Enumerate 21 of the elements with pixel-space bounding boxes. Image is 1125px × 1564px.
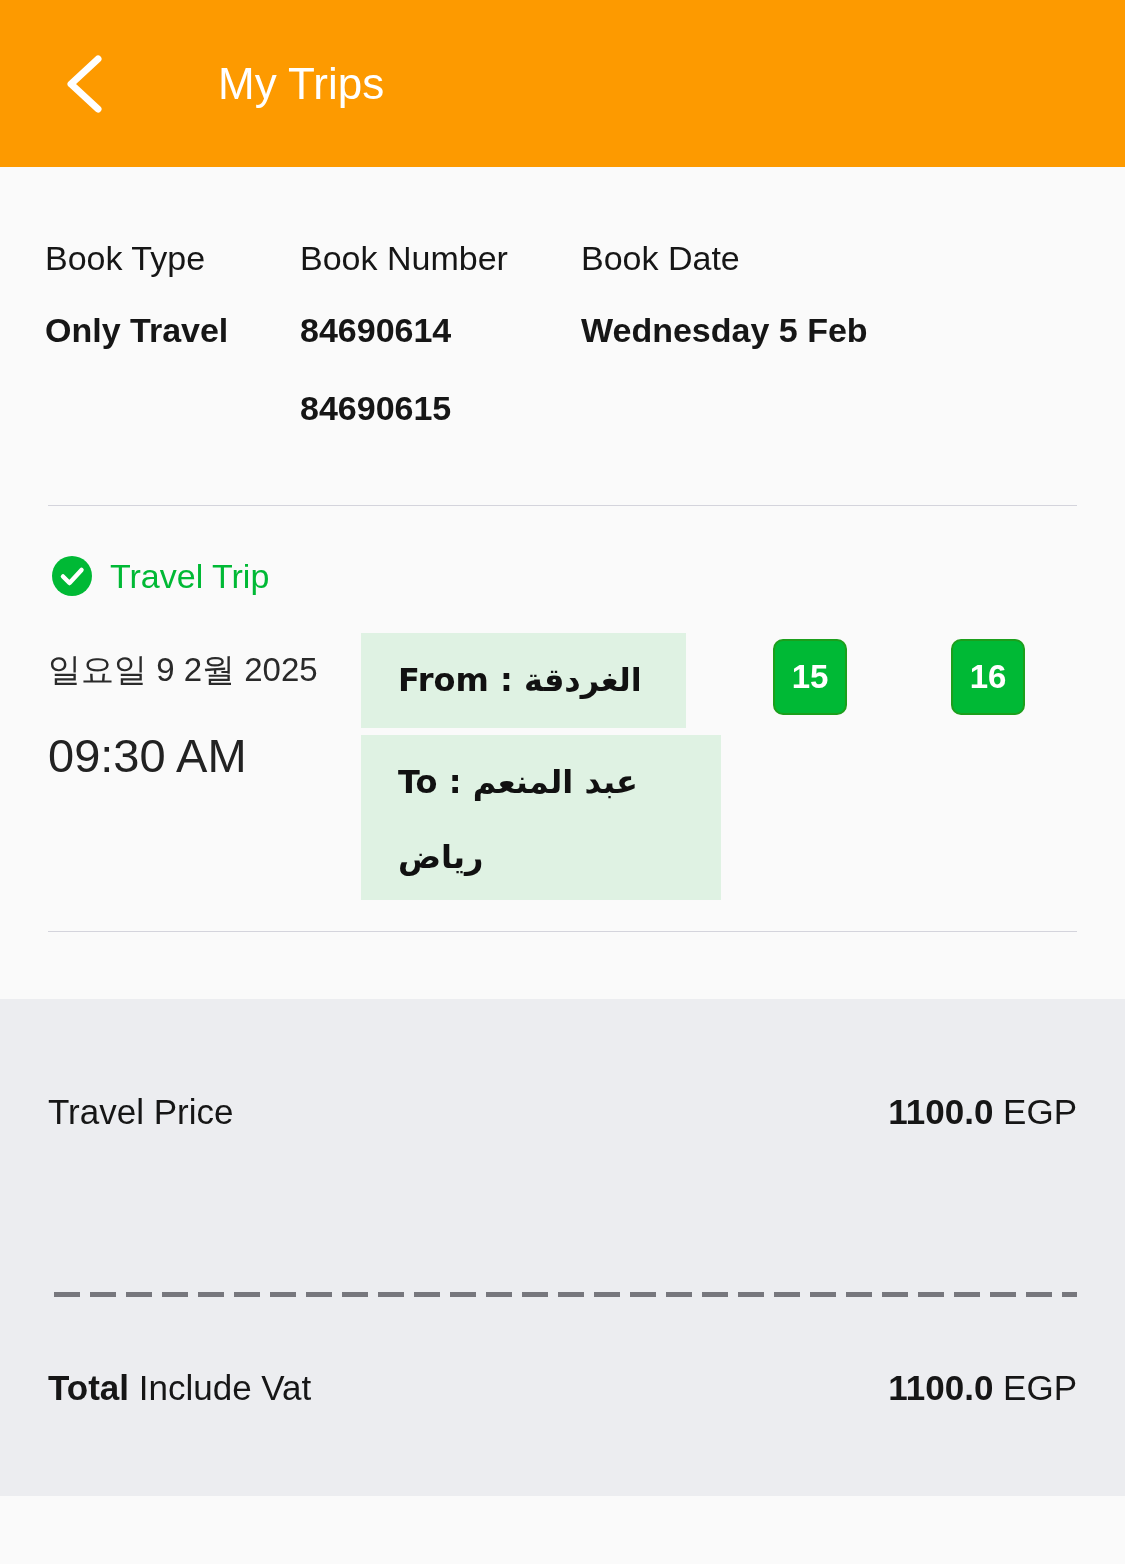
booking-value: 84690614 <box>300 310 453 351</box>
seat-number: 15 <box>773 639 847 715</box>
booking-label: Book Date <box>581 238 741 278</box>
booking-value: 84690615 <box>300 388 453 429</box>
seat-number: 16 <box>951 639 1025 715</box>
booking-value: Only Travel <box>45 310 230 351</box>
total-amount: 1100.0 EGP <box>888 1367 1077 1409</box>
page-title: My Trips <box>218 61 385 106</box>
trip-date: 일요일 9 2월 2025 <box>48 650 319 690</box>
departure-station: From : الغردقة <box>361 633 686 728</box>
trip-type-title: Travel Trip <box>110 556 270 596</box>
chevron-left-icon <box>66 54 102 113</box>
price-label: Travel Price <box>48 1091 234 1133</box>
trip-time: 09:30 AM <box>48 728 248 784</box>
booking-label: Book Number <box>300 238 509 278</box>
arrival-station: To : عبد المنعم رياض <box>361 735 721 900</box>
booking-label: Book Type <box>45 238 207 278</box>
check-circle-icon <box>52 556 92 596</box>
price-amount: 1100.0 EGP <box>888 1091 1077 1133</box>
total-label: Total Include Vat <box>48 1367 312 1409</box>
booking-value: Wednesday 5 Feb <box>581 310 868 351</box>
